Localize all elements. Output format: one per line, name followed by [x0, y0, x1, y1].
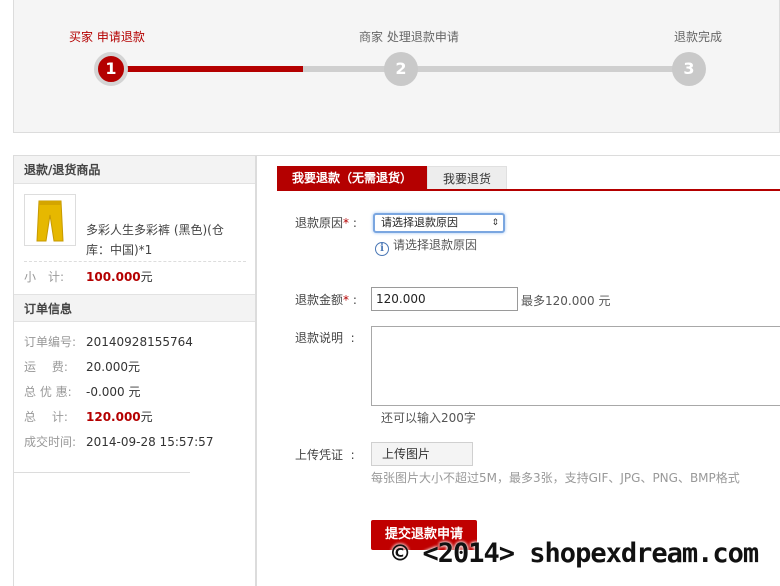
refund-amount-input[interactable]: 120.000: [371, 287, 518, 311]
select-arrows-icon: ⇕: [491, 218, 499, 228]
upload-note: 每张图片大小不超过5M，最多3张，支持GIF、JPG、PNG、BMP格式: [371, 471, 740, 485]
tab-underline: [277, 189, 780, 191]
discount-row: 总 优 惠: -0.000 元: [24, 383, 141, 400]
refund-form-panel: 我要退款（无需退货） 我要退货 退款原因* : 请选择退款原因 ⇕ i 请选择退款…: [256, 155, 780, 586]
shipping-fee-row: 运 费: 20.000元: [24, 358, 140, 375]
upload-label-text: 上传凭证: [295, 448, 344, 462]
upload-label: 上传凭证 :: [295, 448, 355, 462]
total-row: 总 计: 120.000元: [24, 408, 153, 425]
info-icon: i: [375, 242, 389, 256]
upload-image-button[interactable]: 上传图片: [371, 442, 473, 466]
progress-track-fill: [112, 66, 303, 72]
total-value: 120.000: [86, 410, 141, 424]
subtotal-unit: 元: [140, 270, 153, 284]
required-mark: *: [343, 216, 350, 230]
deal-time-value: 2014-09-28 15:57:57: [86, 435, 214, 449]
step-3-label: 退款完成: [674, 30, 723, 44]
reason-label-text: 退款原因: [295, 216, 344, 230]
order-number-label: 订单编号:: [24, 335, 77, 349]
total-label: 总 计:: [24, 410, 68, 424]
shipping-fee-label: 运 费:: [24, 360, 68, 374]
refund-progress-steps: 买家 申请退款 商家 处理退款申请 退款完成 1 2 3: [13, 0, 780, 133]
copyright-watermark: © <2014> shopexdream.com: [392, 538, 759, 569]
order-number-value: 20140928155764: [86, 335, 193, 349]
refund-description-textarea[interactable]: [371, 326, 780, 406]
description-label-text: 退款说明: [295, 331, 344, 345]
total-unit: 元: [140, 410, 153, 424]
yellow-pants-image: [36, 200, 64, 242]
step-1-label: 买家 申请退款: [69, 30, 145, 44]
reason-label: 退款原因* :: [295, 216, 357, 230]
goods-name[interactable]: 多彩人生多彩裤 (黑色)(仓库：中国)*1: [86, 220, 246, 260]
discount-value: -0.000 元: [86, 385, 141, 399]
step-2-label: 商家 处理退款申请: [359, 30, 459, 44]
subtotal-label: 小 计:: [24, 270, 65, 284]
reason-hint: i 请选择退款原因: [375, 236, 477, 256]
tab-return-goods[interactable]: 我要退货: [427, 166, 507, 190]
deal-time-label: 成交时间:: [24, 435, 77, 449]
refund-reason-select-value: 请选择退款原因: [381, 216, 458, 229]
order-info-header: 订单信息: [14, 294, 255, 322]
shipping-fee-value: 20.000元: [86, 360, 140, 374]
required-mark: *: [343, 293, 350, 307]
subtotal-value: 100.000: [86, 270, 141, 284]
description-label: 退款说明 :: [295, 331, 355, 345]
order-number-row: 订单编号: 20140928155764: [24, 333, 193, 350]
goods-header: 退款/退货商品: [14, 156, 255, 184]
divider: [14, 472, 190, 473]
amount-label-text: 退款金额: [295, 293, 344, 307]
amount-label: 退款金额* :: [295, 293, 357, 307]
refund-reason-select[interactable]: 请选择退款原因 ⇕: [373, 213, 505, 233]
discount-label: 总 优 惠:: [24, 385, 72, 399]
tab-refund-only[interactable]: 我要退款（无需退货）: [277, 166, 427, 190]
deal-time-row: 成交时间: 2014-09-28 15:57:57: [24, 433, 213, 450]
order-summary-panel: 退款/退货商品 多彩人生多彩裤 (黑色)(仓库：中国)*1 小 计: 100.00…: [13, 155, 256, 586]
step-2-circle: 2: [384, 52, 418, 86]
goods-item: 多彩人生多彩裤 (黑色)(仓库：中国)*1: [14, 184, 255, 260]
divider: [24, 261, 246, 262]
subtotal-row: 小 计: 100.000元: [24, 268, 153, 285]
reason-hint-text: 请选择退款原因: [393, 238, 478, 252]
step-1-circle: 1: [94, 52, 128, 86]
goods-thumbnail[interactable]: [24, 194, 76, 246]
step-3-circle: 3: [672, 52, 706, 86]
char-remaining-text: 还可以输入200字: [381, 411, 476, 425]
max-amount-text: 最多120.000 元: [521, 294, 611, 308]
